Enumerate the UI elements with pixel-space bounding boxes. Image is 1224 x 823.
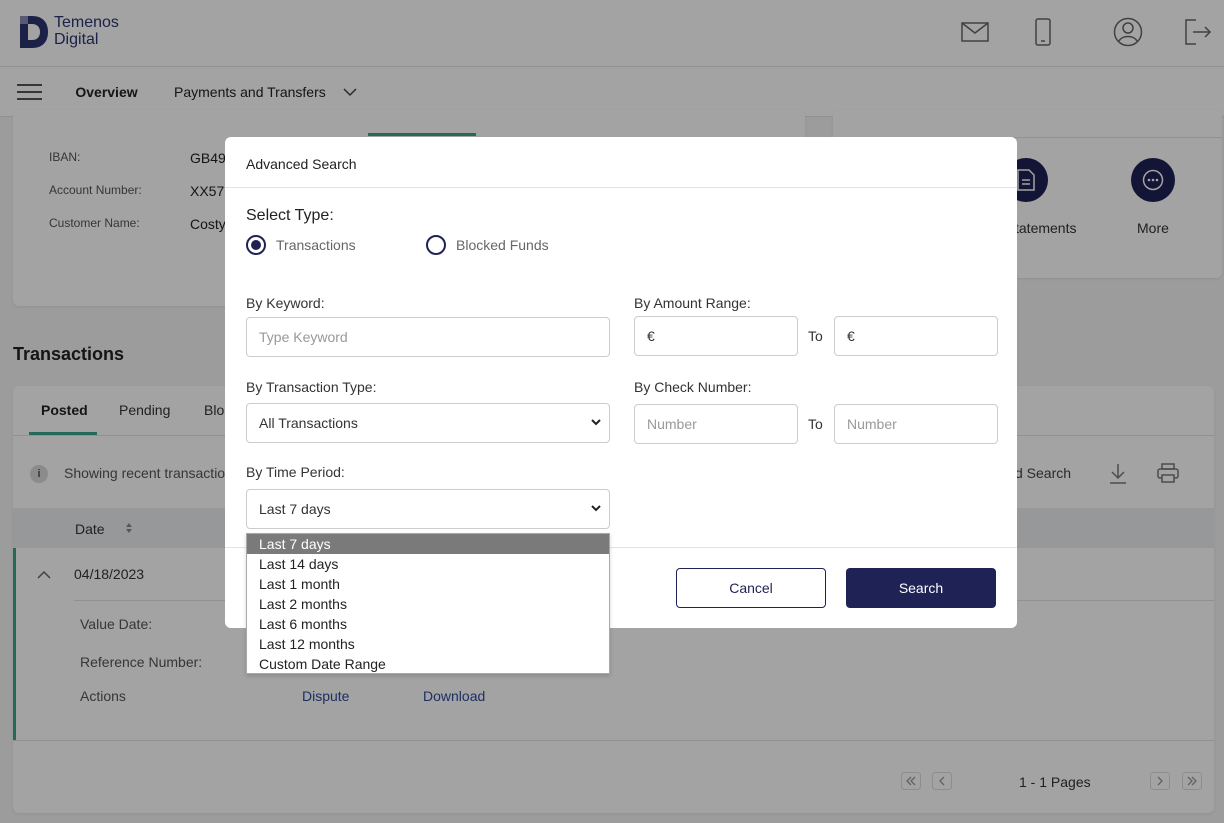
check-to-separator: To: [808, 416, 823, 432]
amount-range-label: By Amount Range:: [634, 295, 751, 311]
radio-blocked-funds-label[interactable]: Blocked Funds: [456, 237, 549, 253]
time-period-option[interactable]: Last 1 month: [247, 574, 609, 594]
check-number-label: By Check Number:: [634, 379, 752, 395]
modal-title: Advanced Search: [246, 156, 357, 172]
time-period-option[interactable]: Custom Date Range: [247, 654, 609, 674]
transaction-type-value: All Transactions: [259, 415, 358, 431]
keyword-label: By Keyword:: [246, 295, 325, 311]
radio-transactions-label[interactable]: Transactions: [276, 237, 356, 253]
chevron-down-icon: [591, 419, 601, 426]
radio-transactions[interactable]: [246, 235, 266, 255]
select-type-label: Select Type:: [246, 207, 334, 224]
time-period-option[interactable]: Last 12 months: [247, 634, 609, 654]
time-period-option[interactable]: Last 14 days: [247, 554, 609, 574]
amount-to-separator: To: [808, 328, 823, 344]
transaction-type-label: By Transaction Type:: [246, 379, 377, 395]
time-period-option[interactable]: Last 6 months: [247, 614, 609, 634]
time-period-dropdown-list: Last 7 days Last 14 days Last 1 month La…: [246, 533, 610, 674]
transaction-type-select[interactable]: All Transactions: [246, 403, 610, 443]
keyword-input[interactable]: Type Keyword: [246, 317, 610, 357]
search-button[interactable]: Search: [846, 568, 996, 608]
time-period-option[interactable]: Last 7 days: [247, 534, 609, 554]
check-number-from-input[interactable]: Number: [634, 404, 798, 444]
time-period-option[interactable]: Last 2 months: [247, 594, 609, 614]
modal-header: Advanced Search: [225, 137, 1017, 188]
amount-to-input[interactable]: €: [834, 316, 998, 356]
check-number-to-input[interactable]: Number: [834, 404, 998, 444]
time-period-label: By Time Period:: [246, 464, 345, 480]
amount-from-input[interactable]: €: [634, 316, 798, 356]
radio-blocked-funds[interactable]: [426, 235, 446, 255]
cancel-button[interactable]: Cancel: [676, 568, 826, 608]
time-period-value: Last 7 days: [259, 501, 331, 517]
chevron-down-icon: [591, 505, 601, 512]
time-period-select[interactable]: Last 7 days: [246, 489, 610, 529]
